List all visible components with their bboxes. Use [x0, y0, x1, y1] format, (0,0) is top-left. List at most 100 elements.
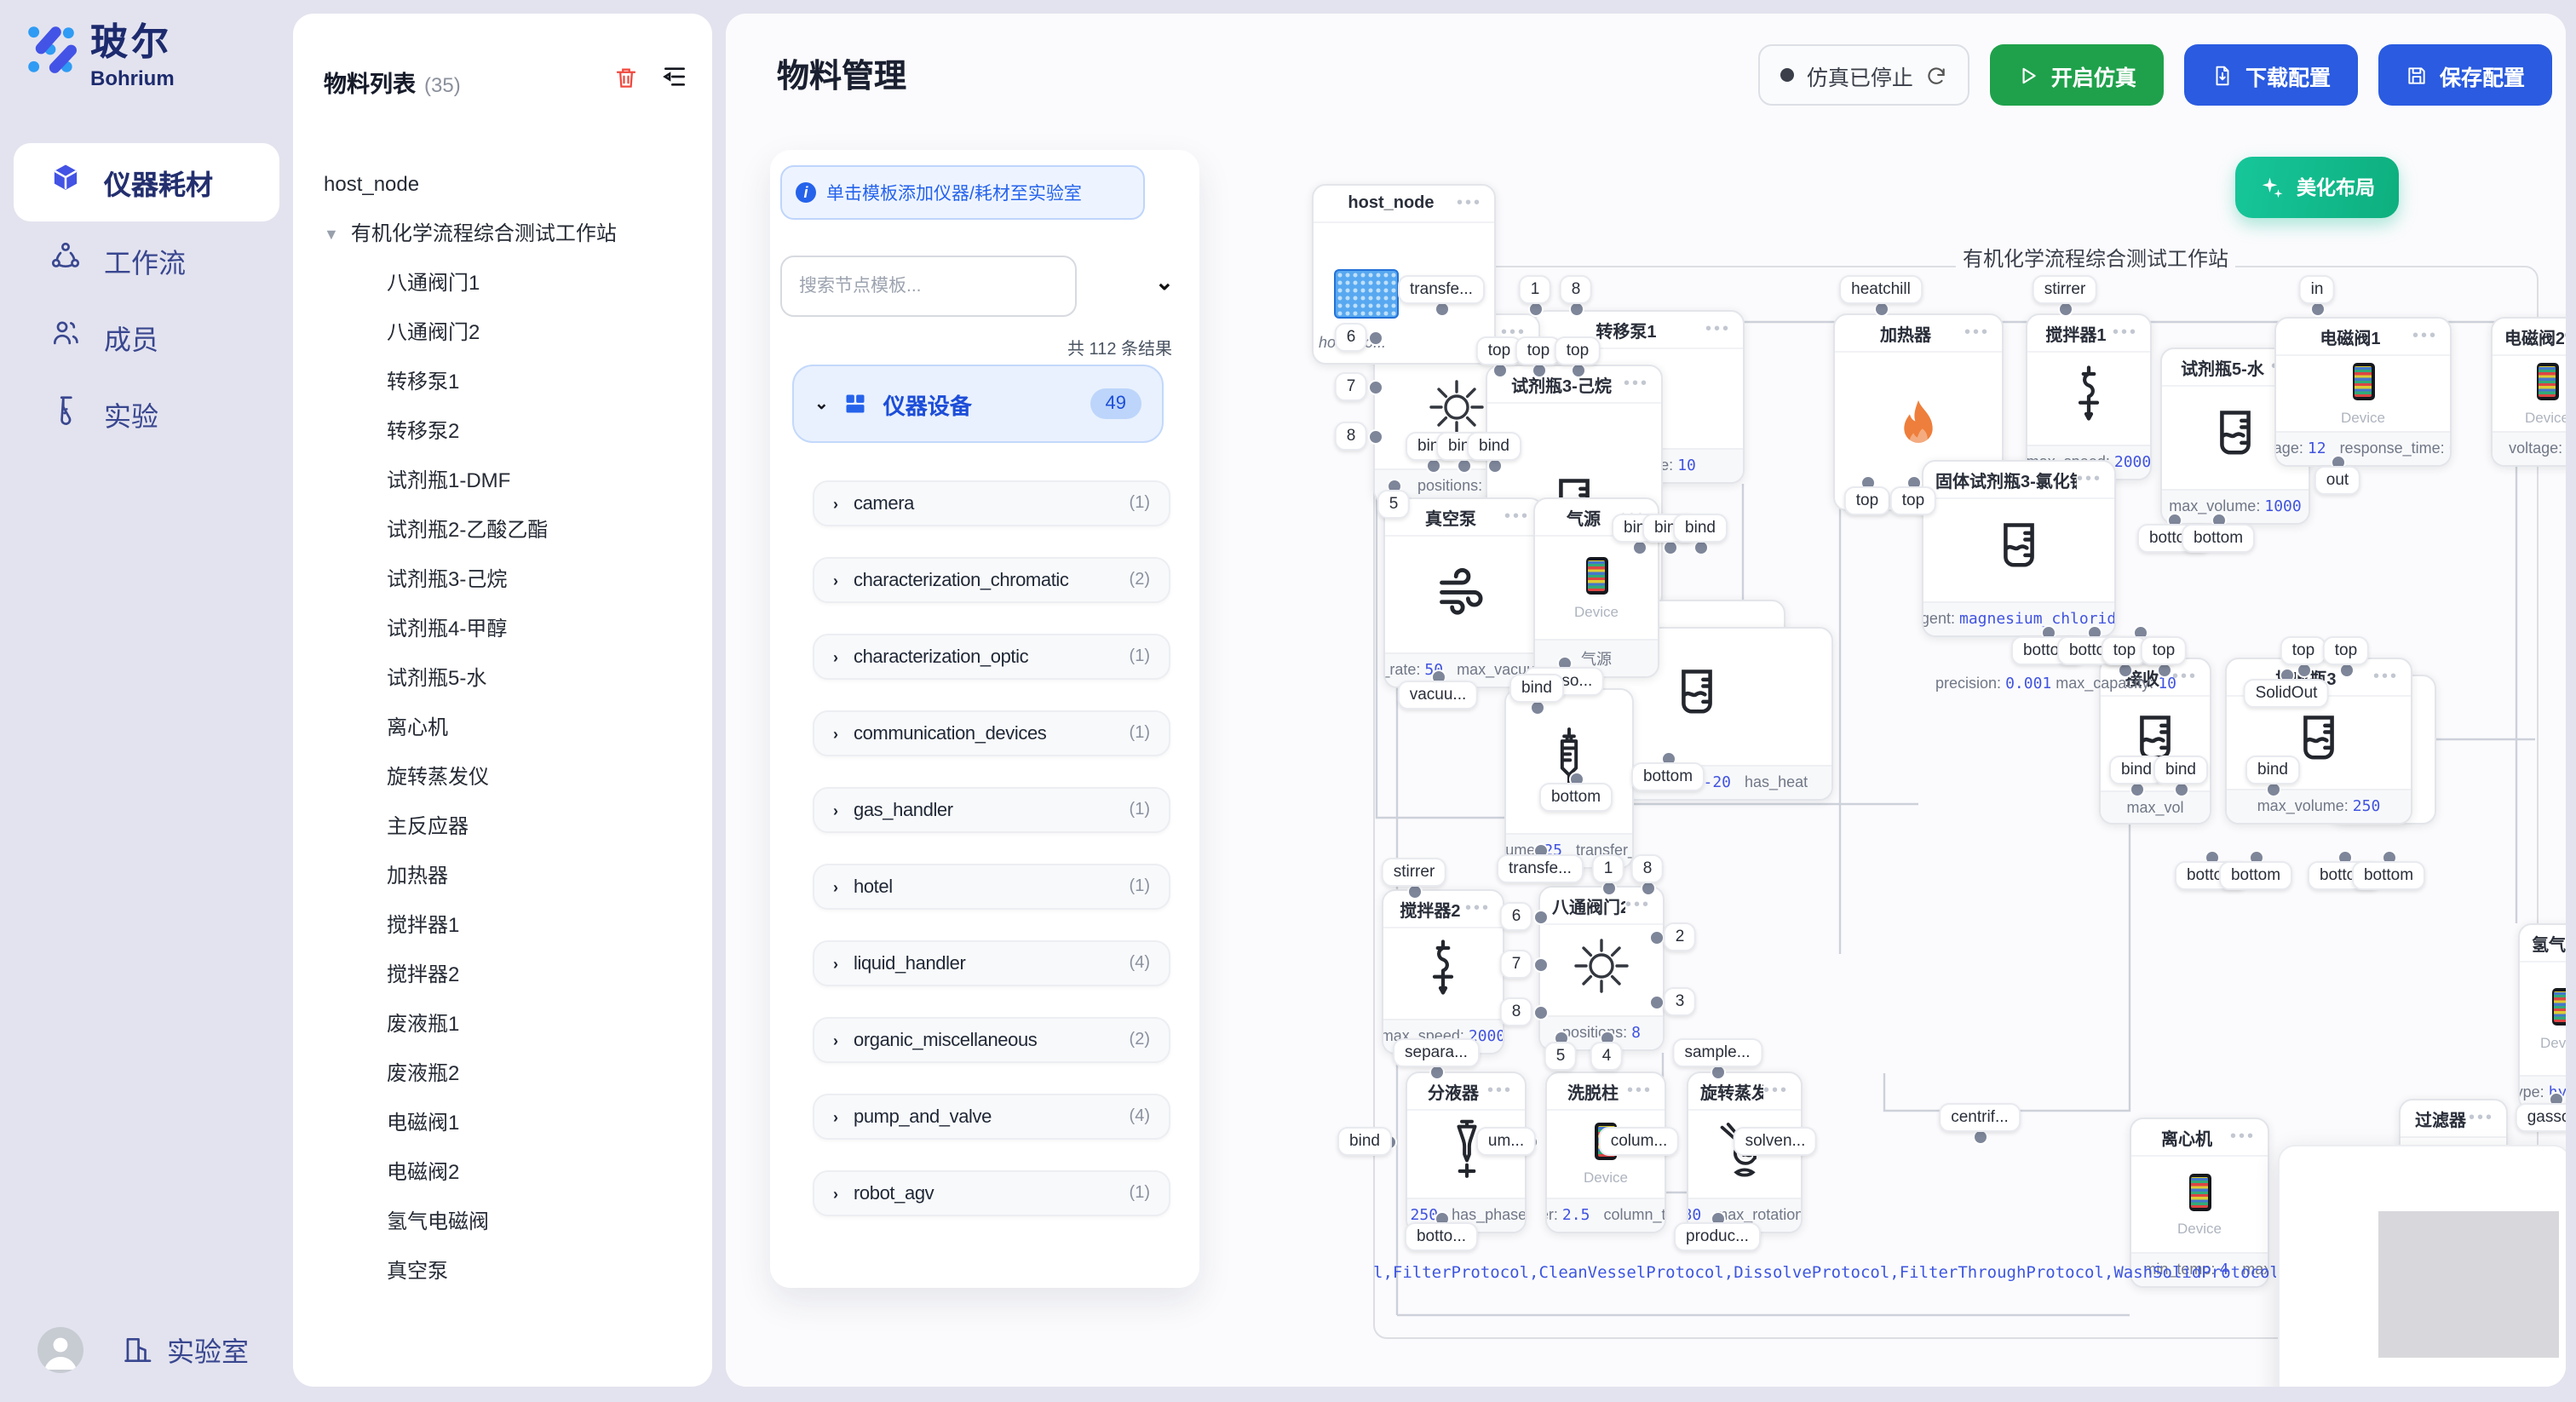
- port-chip-top[interactable]: top: [1844, 486, 1890, 515]
- port-chip-1[interactable]: 1: [1519, 275, 1552, 304]
- sidebar-item-lab[interactable]: 实验室: [121, 1329, 249, 1370]
- beautify-layout-button[interactable]: 美化布局: [2235, 157, 2399, 218]
- node-menu-icon[interactable]: •••: [1487, 1082, 1513, 1100]
- port-dot[interactable]: [1367, 330, 1383, 345]
- tree-item[interactable]: 加热器: [293, 852, 712, 901]
- node-menu-icon[interactable]: •••: [1624, 375, 1649, 394]
- node-menu-icon[interactable]: •••: [2469, 1109, 2494, 1128]
- canvas-node-氢气气源[interactable]: 氢气气源•••Device_type: hydrogen: [2518, 923, 2566, 1111]
- port-chip-3[interactable]: 3: [1664, 987, 1697, 1016]
- collapse-list-icon[interactable]: [661, 63, 688, 90]
- port-dot[interactable]: [1367, 379, 1383, 394]
- tree-item[interactable]: 八通阀门2: [293, 308, 712, 358]
- port-chip-sample[interactable]: sample...: [1672, 1038, 1762, 1067]
- port-chip-6[interactable]: 6: [1500, 902, 1533, 931]
- port-chip-centrif[interactable]: centrif...: [1939, 1103, 2021, 1132]
- port-chip-bottom[interactable]: bottom: [2219, 861, 2292, 890]
- port-chip-1[interactable]: 1: [1592, 854, 1625, 883]
- trash-icon[interactable]: [613, 64, 639, 89]
- canvas-node-固体试剂瓶3-氯化镁[interactable]: 固体试剂瓶3-氯化镁•••agent: magnesium_chloride: [1922, 460, 2116, 637]
- port-chip-top[interactable]: top: [1555, 336, 1601, 365]
- canvas-node-离心机[interactable]: 离心机•••Devicep: 40min_temp: 4max_spe: [2130, 1118, 2269, 1288]
- tree-item[interactable]: 试剂瓶3-己烷: [293, 555, 712, 605]
- download-config-button[interactable]: 下载配置: [2184, 44, 2358, 106]
- port-chip-stirrer[interactable]: stirrer: [2033, 275, 2098, 304]
- tree-item[interactable]: 电磁阀1: [293, 1099, 712, 1148]
- tree-item[interactable]: 离心机: [293, 704, 712, 753]
- tree-item[interactable]: 废液瓶2: [293, 1049, 712, 1099]
- port-chip-4[interactable]: 4: [1590, 1042, 1624, 1071]
- avatar[interactable]: [37, 1326, 83, 1372]
- refresh-icon[interactable]: [1925, 64, 1947, 86]
- port-chip-2[interactable]: 2: [1664, 922, 1697, 951]
- tree-item[interactable]: 八通阀门1: [293, 259, 712, 308]
- tree-item-host-node[interactable]: host_node: [293, 160, 712, 210]
- tree-item[interactable]: 搅拌器1: [293, 901, 712, 951]
- node-menu-icon[interactable]: •••: [1457, 194, 1482, 213]
- tree-item[interactable]: 转移泵1: [293, 358, 712, 407]
- port-chip-in[interactable]: in: [2299, 275, 2336, 304]
- tree-item[interactable]: 真空泵: [293, 1247, 712, 1296]
- tree-item[interactable]: 氢气电磁阀: [293, 1198, 712, 1247]
- port-chip-bind[interactable]: bind: [1509, 674, 1564, 703]
- tree-item[interactable]: 旋转蒸发仪: [293, 753, 712, 802]
- port-dot[interactable]: [1367, 428, 1383, 444]
- node-menu-icon[interactable]: •••: [2412, 327, 2438, 346]
- template-category-characterization_chromatic[interactable]: ›characterization_chromatic(2): [813, 557, 1170, 603]
- port-chip-colum[interactable]: colum...: [1599, 1127, 1680, 1156]
- port-dot[interactable]: [1648, 994, 1664, 1009]
- node-menu-icon[interactable]: •••: [2230, 1128, 2256, 1146]
- port-chip-bottom[interactable]: bottom: [2352, 861, 2425, 890]
- node-menu-icon[interactable]: •••: [2113, 324, 2138, 342]
- port-chip-out[interactable]: out: [2314, 466, 2360, 495]
- save-config-button[interactable]: 保存配置: [2378, 44, 2552, 106]
- template-category-communication_devices[interactable]: ›communication_devices(1): [813, 710, 1170, 756]
- template-category-gas_handler[interactable]: ›gas_handler(1): [813, 787, 1170, 833]
- port-chip-bottom[interactable]: bottom: [2182, 524, 2255, 553]
- chevron-down-icon[interactable]: ▼: [324, 210, 339, 260]
- node-menu-icon[interactable]: •••: [2564, 327, 2566, 346]
- node-menu-icon[interactable]: •••: [1504, 508, 1530, 526]
- port-chip-8[interactable]: 8: [1631, 854, 1665, 883]
- port-chip-6[interactable]: 6: [1335, 323, 1368, 352]
- tree-item[interactable]: 废液瓶1: [293, 1000, 712, 1049]
- tree-item[interactable]: 电磁阀2: [293, 1148, 712, 1198]
- template-category-characterization_optic[interactable]: ›characterization_optic(1): [813, 634, 1170, 680]
- port-chip-top[interactable]: top: [1890, 486, 1936, 515]
- sidebar-item-experiment[interactable]: 实验: [0, 375, 293, 451]
- canvas-node-搅拌器1[interactable]: 搅拌器1•••max_speed: 2000: [2026, 313, 2152, 480]
- port-chip-bottom[interactable]: bottom: [1631, 762, 1705, 791]
- tree-item[interactable]: 搅拌器2: [293, 951, 712, 1000]
- node-menu-icon[interactable]: •••: [1627, 1082, 1653, 1100]
- node-menu-icon[interactable]: •••: [1705, 320, 1731, 339]
- port-chip-8[interactable]: 8: [1500, 997, 1533, 1026]
- template-category-hotel[interactable]: ›hotel(1): [813, 864, 1170, 910]
- template-category-camera[interactable]: ›camera(1): [813, 480, 1170, 526]
- port-chip-7[interactable]: 7: [1335, 372, 1368, 401]
- port-dot[interactable]: [1532, 909, 1548, 924]
- port-dot[interactable]: [1532, 1004, 1548, 1020]
- port-chip-gasso[interactable]: gasso...: [2516, 1103, 2566, 1132]
- port-chip-8[interactable]: 8: [1560, 275, 1593, 304]
- template-category-organic_miscellaneous[interactable]: ›organic_miscellaneous(2): [813, 1017, 1170, 1063]
- canvas-node-真空泵[interactable]: 真空泵•••pump_rate: 50max_vacuum: 0.1: [1383, 497, 1544, 688]
- category-group-instruments[interactable]: ⌄ 仪器设备 49: [792, 365, 1164, 443]
- panel-collapse-chevron-icon[interactable]: ⌄: [1155, 269, 1174, 296]
- port-chip-8[interactable]: 8: [1335, 422, 1368, 451]
- minimap[interactable]: [2278, 1145, 2566, 1387]
- port-chip-bind[interactable]: bind: [1337, 1127, 1392, 1156]
- port-chip-produc[interactable]: produc...: [1674, 1222, 1761, 1251]
- port-chip-7[interactable]: 7: [1500, 950, 1533, 979]
- port-dot[interactable]: [1648, 929, 1664, 945]
- port-chip-SolidOut[interactable]: SolidOut: [2244, 679, 2330, 708]
- tree-group-workstation[interactable]: ▼有机化学流程综合测试工作站: [293, 210, 712, 259]
- sidebar-item-workflow[interactable]: 工作流: [0, 221, 293, 298]
- sim-status-pill[interactable]: 仿真已停止: [1759, 44, 1969, 106]
- node-menu-icon[interactable]: •••: [1465, 899, 1491, 918]
- tree-item[interactable]: 转移泵2: [293, 407, 712, 457]
- sidebar-item-cube[interactable]: 仪器耗材: [14, 143, 279, 221]
- template-category-pump_and_valve[interactable]: ›pump_and_valve(4): [813, 1094, 1170, 1140]
- canvas-node-电磁阀2[interactable]: 电磁阀2•••Devicevoltage: 12: [2491, 317, 2566, 467]
- port-chip-bottom[interactable]: bottom: [1539, 783, 1613, 812]
- port-chip-vacuu[interactable]: vacuu...: [1398, 681, 1479, 710]
